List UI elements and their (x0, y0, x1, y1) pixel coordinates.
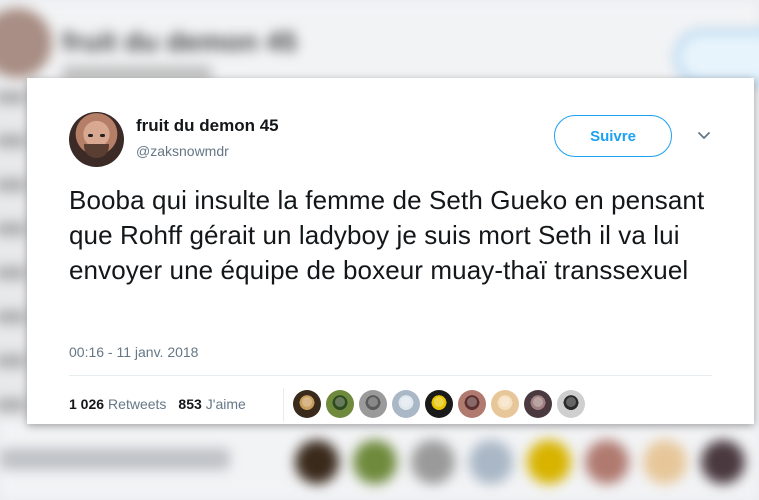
liker-avatar[interactable] (392, 390, 420, 418)
liker-avatar[interactable] (326, 390, 354, 418)
liker-avatar[interactable] (293, 390, 321, 418)
tweet-text: Booba qui insulte la femme de Seth Gueko… (69, 185, 705, 285)
liker-avatar[interactable] (458, 390, 486, 418)
liker-avatar[interactable] (524, 390, 552, 418)
user-handle[interactable]: @zaksnowmdr (136, 143, 229, 159)
background-avatar (0, 8, 52, 78)
liker-avatar[interactable] (491, 390, 519, 418)
display-name[interactable]: fruit du demon 45 (136, 116, 279, 136)
tweet-timestamp[interactable]: 00:16 - 11 janv. 2018 (69, 344, 198, 360)
background-text-strip (0, 90, 26, 420)
background-follow-button (675, 30, 759, 84)
likes-count[interactable]: 853 (178, 396, 201, 412)
liker-avatar[interactable] (425, 390, 453, 418)
avatar-eye (88, 134, 93, 137)
avatar[interactable] (69, 112, 124, 167)
divider (69, 375, 712, 376)
avatar-beard (84, 144, 109, 158)
tweet-card: fruit du demon 45 @zaksnowmdr Suivre Boo… (27, 78, 754, 424)
likes-label[interactable]: J'aime (206, 396, 246, 412)
likers-avatars (293, 390, 585, 418)
tweet-stats: 1 026 Retweets 853 J'aime (69, 396, 246, 412)
stats-separator (283, 388, 284, 422)
retweets-label[interactable]: Retweets (108, 396, 166, 412)
background-stats (0, 448, 230, 470)
chevron-down-icon[interactable] (695, 126, 713, 144)
liker-avatar[interactable] (557, 390, 585, 418)
background-display-name: fruit du demon 45 (62, 26, 297, 57)
retweets-count[interactable]: 1 026 (69, 396, 104, 412)
follow-button[interactable]: Suivre (554, 115, 672, 157)
background-likers (295, 440, 745, 484)
liker-avatar[interactable] (359, 390, 387, 418)
avatar-eye (100, 134, 105, 137)
